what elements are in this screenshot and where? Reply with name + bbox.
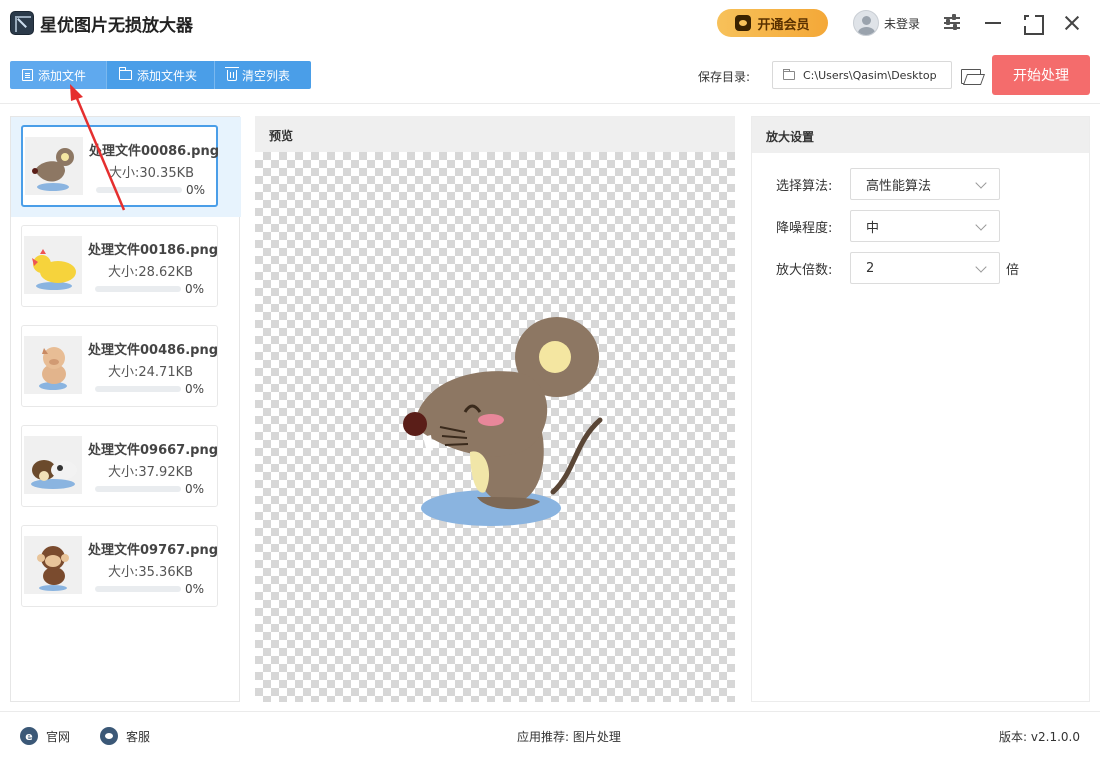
trash-icon xyxy=(225,66,239,81)
file-size: 大小:30.35KB xyxy=(109,166,195,181)
scale-suffix: 倍 xyxy=(1006,262,1020,278)
file-name: 处理文件09667.png xyxy=(88,443,219,458)
progress-percent: 0% xyxy=(185,582,205,596)
progress-percent: 0% xyxy=(185,382,205,396)
settings-icon[interactable] xyxy=(941,12,963,34)
file-list-item[interactable]: 处理文件09667.png 大小:37.92KB 0% xyxy=(21,425,218,507)
login-status[interactable]: 未登录 xyxy=(884,15,920,32)
denoise-label: 降噪程度: xyxy=(776,220,833,236)
clear-list-label: 清空列表 xyxy=(242,68,291,83)
add-folder-label: 添加文件夹 xyxy=(137,68,198,83)
file-list-item[interactable]: 处理文件00086.png 大小:30.35KB 0% xyxy=(21,125,220,207)
file-icon xyxy=(22,69,33,81)
file-size: 大小:37.92KB xyxy=(108,465,194,480)
preview-panel: 预览 xyxy=(255,116,735,702)
browse-folder-icon[interactable] xyxy=(960,66,982,84)
mouse-preview-image xyxy=(403,317,603,526)
scale-value: 2 xyxy=(866,260,875,276)
chevron-down-icon xyxy=(975,219,987,231)
version-label: 版本: v2.1.0.0 xyxy=(999,730,1080,744)
crown-icon xyxy=(735,15,752,31)
add-file-button[interactable]: 添加文件 xyxy=(10,61,107,89)
file-name: 处理文件00186.png xyxy=(88,243,219,258)
file-list-item[interactable]: 处理文件00186.png 大小:28.62KB 0% xyxy=(21,225,218,307)
chevron-down-icon xyxy=(975,261,987,273)
denoise-row: 降噪程度: 中 xyxy=(776,210,1000,242)
add-file-label: 添加文件 xyxy=(38,68,87,83)
preview-title: 预览 xyxy=(255,116,735,152)
save-dir-label: 保存目录: xyxy=(698,70,751,84)
file-thumbnail xyxy=(24,536,82,594)
folder-icon xyxy=(783,68,795,80)
file-thumbnail xyxy=(24,236,82,294)
user-avatar[interactable] xyxy=(853,10,879,36)
support-link[interactable]: 客服 xyxy=(100,727,150,745)
file-thumbnail xyxy=(25,137,83,195)
file-name: 处理文件00086.png xyxy=(89,144,220,159)
app-title: 星优图片无损放大器 xyxy=(40,16,193,36)
file-thumbnail xyxy=(24,436,82,494)
maximize-icon[interactable] xyxy=(1021,12,1044,35)
progress-bar xyxy=(96,187,182,193)
save-dir-value: C:\Users\Qasim\Desktop xyxy=(803,68,937,82)
file-list-item[interactable]: 处理文件00486.png 大小:24.71KB 0% xyxy=(21,325,218,407)
app-logo-icon xyxy=(10,11,34,35)
progress-bar xyxy=(95,286,181,292)
scale-row: 放大倍数: 2 倍 xyxy=(776,252,1019,284)
file-thumbnail xyxy=(24,336,82,394)
file-list: 处理文件00086.png 大小:30.35KB 0% 处理文件00186.png 大小… xyxy=(10,116,241,702)
save-dir-field[interactable]: C:\Users\Qasim\Desktop xyxy=(772,61,952,89)
website-label: 官网 xyxy=(46,729,71,744)
progress-percent: 0% xyxy=(185,482,205,496)
start-button[interactable]: 开始处理 xyxy=(992,55,1090,95)
title-bar: 星优图片无损放大器 开通会员 未登录 xyxy=(0,0,1100,46)
scale-label: 放大倍数: xyxy=(776,262,833,278)
progress-bar xyxy=(95,486,181,492)
progress-bar xyxy=(95,586,181,592)
chevron-down-icon xyxy=(975,177,987,189)
file-actions: 添加文件 添加文件夹 清空列表 xyxy=(10,61,311,89)
folder-icon xyxy=(119,67,132,80)
algorithm-label: 选择算法: xyxy=(776,178,833,194)
file-size: 大小:35.36KB xyxy=(108,565,194,580)
footer: e 官网 客服 应用推荐: 图片处理 版本: v2.1.0.0 xyxy=(0,711,1100,760)
scale-select[interactable]: 2 xyxy=(850,252,1000,284)
progress-bar xyxy=(95,386,181,392)
app-recommend[interactable]: 应用推荐: 图片处理 xyxy=(517,728,621,745)
clear-list-button[interactable]: 清空列表 xyxy=(215,61,311,89)
support-label: 客服 xyxy=(126,729,151,744)
add-folder-button[interactable]: 添加文件夹 xyxy=(107,61,215,89)
close-icon[interactable] xyxy=(1061,12,1083,34)
algorithm-row: 选择算法: 高性能算法 xyxy=(776,168,1000,200)
preview-canvas xyxy=(255,152,735,702)
settings-panel: 放大设置 选择算法: 高性能算法 降噪程度: 中 放大倍数: 2 倍 xyxy=(751,116,1090,702)
progress-percent: 0% xyxy=(186,183,206,197)
algorithm-value: 高性能算法 xyxy=(866,178,932,194)
chat-icon xyxy=(100,727,118,745)
file-name: 处理文件00486.png xyxy=(88,343,219,358)
browser-icon: e xyxy=(20,727,38,745)
file-name: 处理文件09767.png xyxy=(88,543,219,558)
denoise-value: 中 xyxy=(866,220,880,236)
algorithm-select[interactable]: 高性能算法 xyxy=(850,168,1000,200)
file-size: 大小:24.71KB xyxy=(108,365,194,380)
file-size: 大小:28.62KB xyxy=(108,265,194,280)
vip-button[interactable]: 开通会员 xyxy=(717,9,828,37)
file-list-item[interactable]: 处理文件09767.png 大小:35.36KB 0% xyxy=(21,525,218,607)
minimize-icon[interactable] xyxy=(982,12,1004,34)
settings-title: 放大设置 xyxy=(752,117,1089,153)
progress-percent: 0% xyxy=(185,282,205,296)
website-link[interactable]: e 官网 xyxy=(20,727,70,745)
vip-label: 开通会员 xyxy=(757,17,810,33)
denoise-select[interactable]: 中 xyxy=(850,210,1000,242)
